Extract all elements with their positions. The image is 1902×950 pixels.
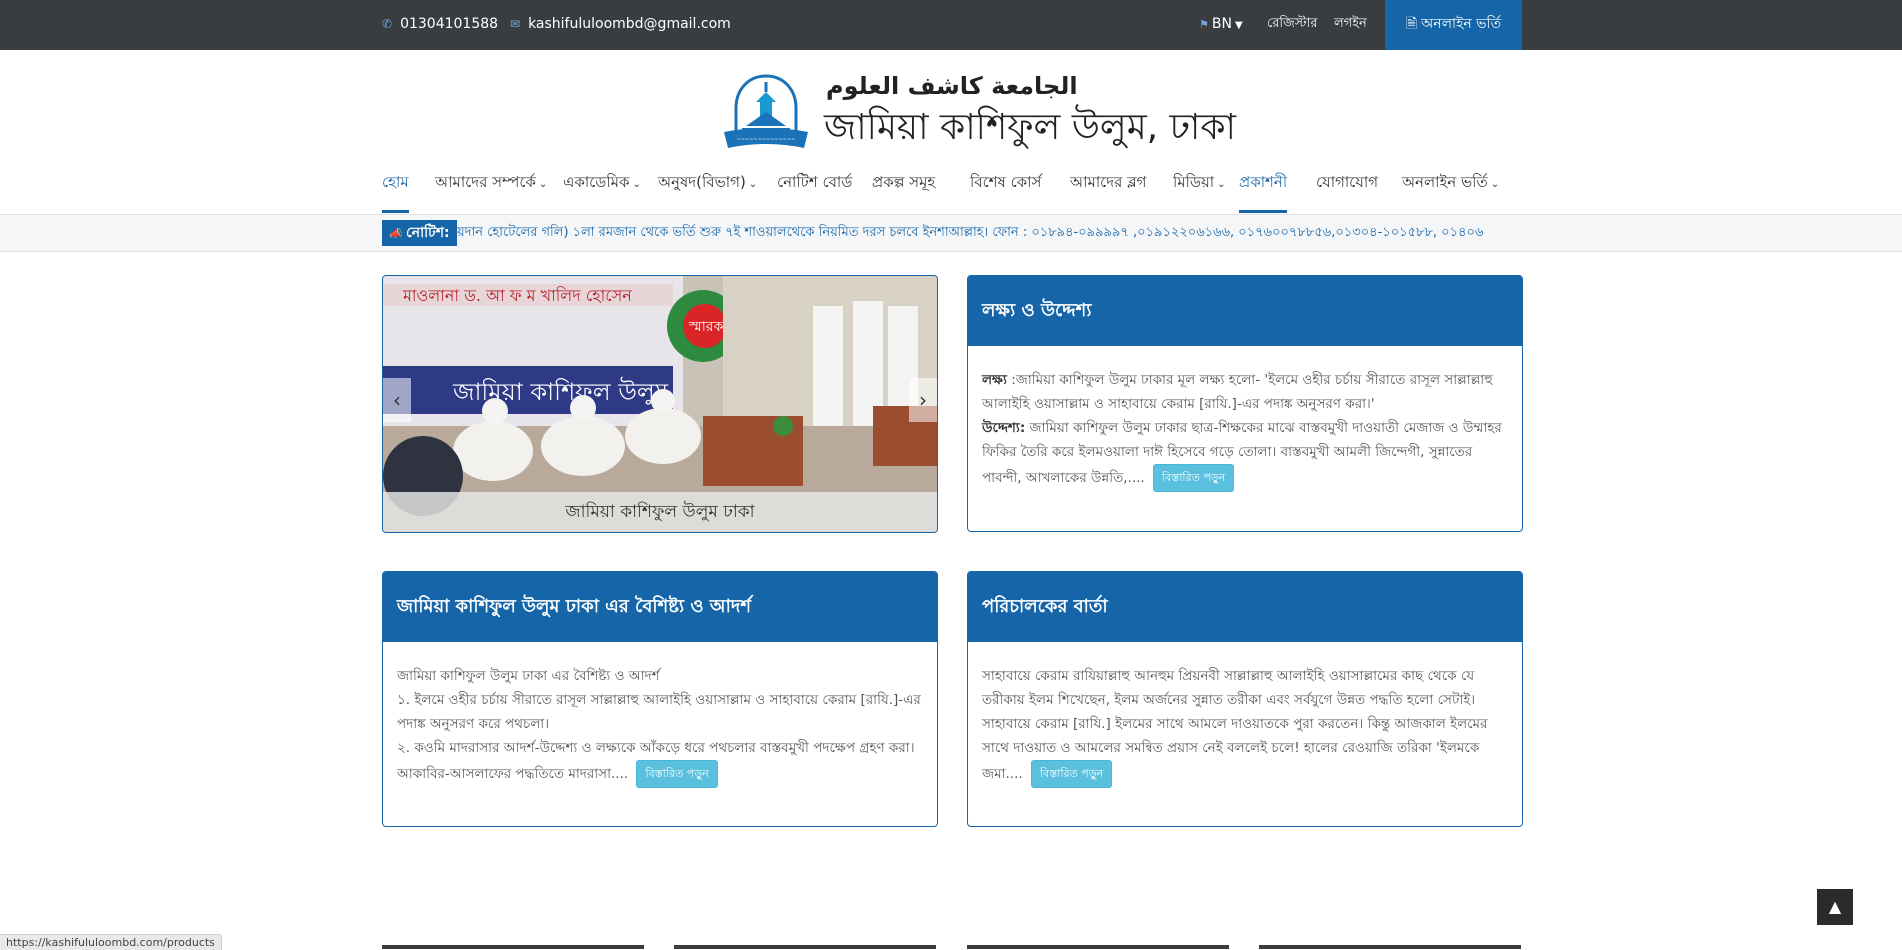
notice-ticker[interactable]: য়দান হোটেলের গলি) ১লা রমজান থেকে ভর্তি …: [457, 215, 1522, 251]
features-card-body: জামিয়া কাশিফুল উলুম ঢাকা এর বৈশিষ্ট্য ও…: [383, 642, 937, 788]
scroll-to-top-button[interactable]: ▲: [1817, 889, 1853, 925]
nav-media[interactable]: মিডিয়া ⌄: [1173, 163, 1226, 213]
goal-label: লক্ষ্য: [982, 372, 1007, 388]
nav-publications[interactable]: প্রকাশনী: [1239, 163, 1288, 213]
features-card: জামিয়া কাশিফুল উলুম ঢাকা এর বৈশিষ্ট্য ও…: [382, 571, 938, 827]
section-divider: [674, 945, 936, 949]
phone-link[interactable]: ✆ 01304101588: [382, 0, 498, 50]
chevron-right-icon: ›: [919, 388, 927, 412]
chevron-down-icon: ⌄: [748, 179, 758, 190]
director-message-title: পরিচালকের বার্তা: [968, 572, 1522, 642]
nav-about-label: আমাদের সম্পর্কে: [435, 173, 536, 191]
envelope-icon: ✉: [510, 17, 521, 31]
chevron-down-icon: ⌄: [632, 179, 641, 190]
svg-text:স্মারক: স্মারক: [688, 319, 723, 335]
online-admission-button[interactable]: 🗎 অনলাইন ভর্তি: [1385, 0, 1522, 50]
director-message-card: পরিচালকের বার্তা সাহাবায়ে কেরাম রাযিয়া…: [967, 571, 1523, 827]
slider-prev-button[interactable]: ‹: [383, 378, 411, 422]
section-divider: [1259, 945, 1521, 949]
notice-label-text: নোটিশ:: [406, 225, 450, 241]
features-card-title: জামিয়া কাশিফুল উলুম ঢাকা এর বৈশিষ্ট্য ও…: [383, 572, 937, 642]
flag-icon: ⚑: [1199, 18, 1209, 31]
read-more-button[interactable]: বিস্তারিত পড়ুন: [1030, 760, 1113, 788]
nav-notice-board[interactable]: নোটিশ বোর্ড: [777, 163, 852, 213]
language-dropdown[interactable]: ⚑ BN ▼: [1199, 0, 1243, 50]
nav-faculty-label: অনুষদ(বিভাগ): [658, 173, 746, 191]
section-divider: [967, 945, 1229, 949]
svg-text:জামিয়া কাশিফুল উলুম: জামিয়া কাশিফুল উলুম: [452, 377, 669, 406]
register-link[interactable]: রেজিস্টার: [1267, 0, 1318, 50]
goals-card-title: লক্ষ্য ও উদ্দেশ্য: [968, 276, 1522, 346]
objective-text: জামিয়া কাশিফুল উলুম ঢাকার ছাত্র-শিক্ষকে…: [982, 420, 1502, 486]
image-slider[interactable]: মাওলানা ড. আ ফ ম খালিদ হোসেন স্মারক জামি…: [382, 275, 938, 533]
phone-number: 01304101588: [400, 16, 499, 32]
nav-special-course[interactable]: বিশেষ কোর্স: [970, 163, 1041, 213]
slide-caption: জামিয়া কাশিফুল উলুম ঢাকা: [383, 492, 937, 532]
svg-text:মাওলানা ড. আ ফ ম খালিদ হোসেন: মাওলানা ড. আ ফ ম খালিদ হোসেন: [402, 286, 632, 305]
features-line-1: ১. ইলমে ওহীর চর্চায় সীরাতে রাসূল সাল্লা…: [397, 692, 921, 732]
nav-contact[interactable]: যোগাযোগ: [1316, 163, 1378, 213]
chevron-down-icon: ⌄: [1490, 179, 1500, 190]
notice-label: 📣 নোটিশ:: [382, 220, 457, 246]
goals-card: লক্ষ্য ও উদ্দেশ্য লক্ষ্য :জামিয়া কাশিফু…: [967, 275, 1523, 532]
read-more-button[interactable]: বিস্তারিত পড়ুন: [1153, 464, 1235, 492]
caret-down-icon: ▼: [1234, 20, 1243, 31]
site-title-bangla: জামিয়া কাশিফুল উলুম, ঢাকা: [824, 107, 1236, 148]
nav-academic-label: একাডেমিক: [563, 173, 630, 191]
site-title-arabic: الجامعة كاشف العلوم: [826, 72, 1078, 100]
arrow-up-icon: ▲: [1828, 897, 1842, 916]
objective-label: উদ্দেশ্য:: [982, 420, 1026, 436]
site-logo[interactable]: ~~~~~~~~~~~~~~: [720, 72, 812, 156]
read-more-button[interactable]: বিস্তারিত পড়ুন: [636, 760, 718, 788]
nav-home[interactable]: হোম: [382, 163, 409, 213]
nav-blog[interactable]: আমাদের ব্লগ: [1070, 163, 1146, 213]
nav-online-admission-label: অনলাইন ভর্তি: [1402, 173, 1488, 191]
online-admission-label: অনলাইন ভর্তি: [1421, 16, 1502, 32]
email-link[interactable]: ✉ kashifululoombd@gmail.com: [510, 0, 731, 50]
nav-about[interactable]: আমাদের সম্পর্কে ⌄: [435, 163, 547, 213]
nav-faculty[interactable]: অনুষদ(বিভাগ) ⌄: [658, 163, 757, 213]
slider-next-button[interactable]: ›: [909, 378, 937, 422]
login-link[interactable]: লগইন: [1334, 0, 1367, 50]
features-intro: জামিয়া কাশিফুল উলুম ঢাকা এর বৈশিষ্ট্য ও…: [397, 668, 660, 684]
nav-online-admission[interactable]: অনলাইন ভর্তি ⌄: [1402, 163, 1499, 213]
goals-card-body: লক্ষ্য :জামিয়া কাশিফুল উলুম ঢাকার মূল ল…: [968, 346, 1522, 492]
nav-projects[interactable]: প্রকল্প সমূহ: [872, 163, 935, 213]
file-icon: 🗎: [1405, 16, 1418, 32]
email-address: kashifululoombd@gmail.com: [528, 16, 731, 32]
svg-text:~~~~~~~~~~~~~~: ~~~~~~~~~~~~~~: [737, 137, 796, 143]
logo-emblem: ~~~~~~~~~~~~~~: [724, 74, 808, 148]
chevron-left-icon: ‹: [393, 388, 401, 412]
nav-academic[interactable]: একাডেমিক ⌄: [563, 163, 641, 213]
top-bar: ✆ 01304101588 ✉ kashifululoombd@gmail.com …: [0, 0, 1902, 50]
browser-status-url: https://kashifululoombd.com/products: [0, 934, 222, 950]
bullhorn-icon: 📣: [389, 227, 404, 240]
section-divider: [382, 945, 644, 949]
chevron-down-icon: ⌄: [538, 179, 548, 190]
phone-icon: ✆: [382, 17, 393, 31]
goal-text: :জামিয়া কাশিফুল উলুম ঢাকার মূল লক্ষ্য হ…: [982, 372, 1493, 412]
language-label: BN: [1211, 16, 1232, 32]
chevron-down-icon: ⌄: [1217, 179, 1226, 190]
nav-media-label: মিডিয়া: [1173, 173, 1215, 191]
main-nav: হোম আমাদের সম্পর্কে ⌄ একাডেমিক ⌄ অনুষদ(বিভ…: [382, 163, 1522, 213]
notice-bar: 📣 নোটিশ: য়দান হোটেলের গলি) ১লা রমজান থেক…: [0, 214, 1902, 252]
director-message-body: সাহাবায়ে কেরাম রাযিয়াল্লাহু আনহুম প্রি…: [968, 642, 1522, 788]
